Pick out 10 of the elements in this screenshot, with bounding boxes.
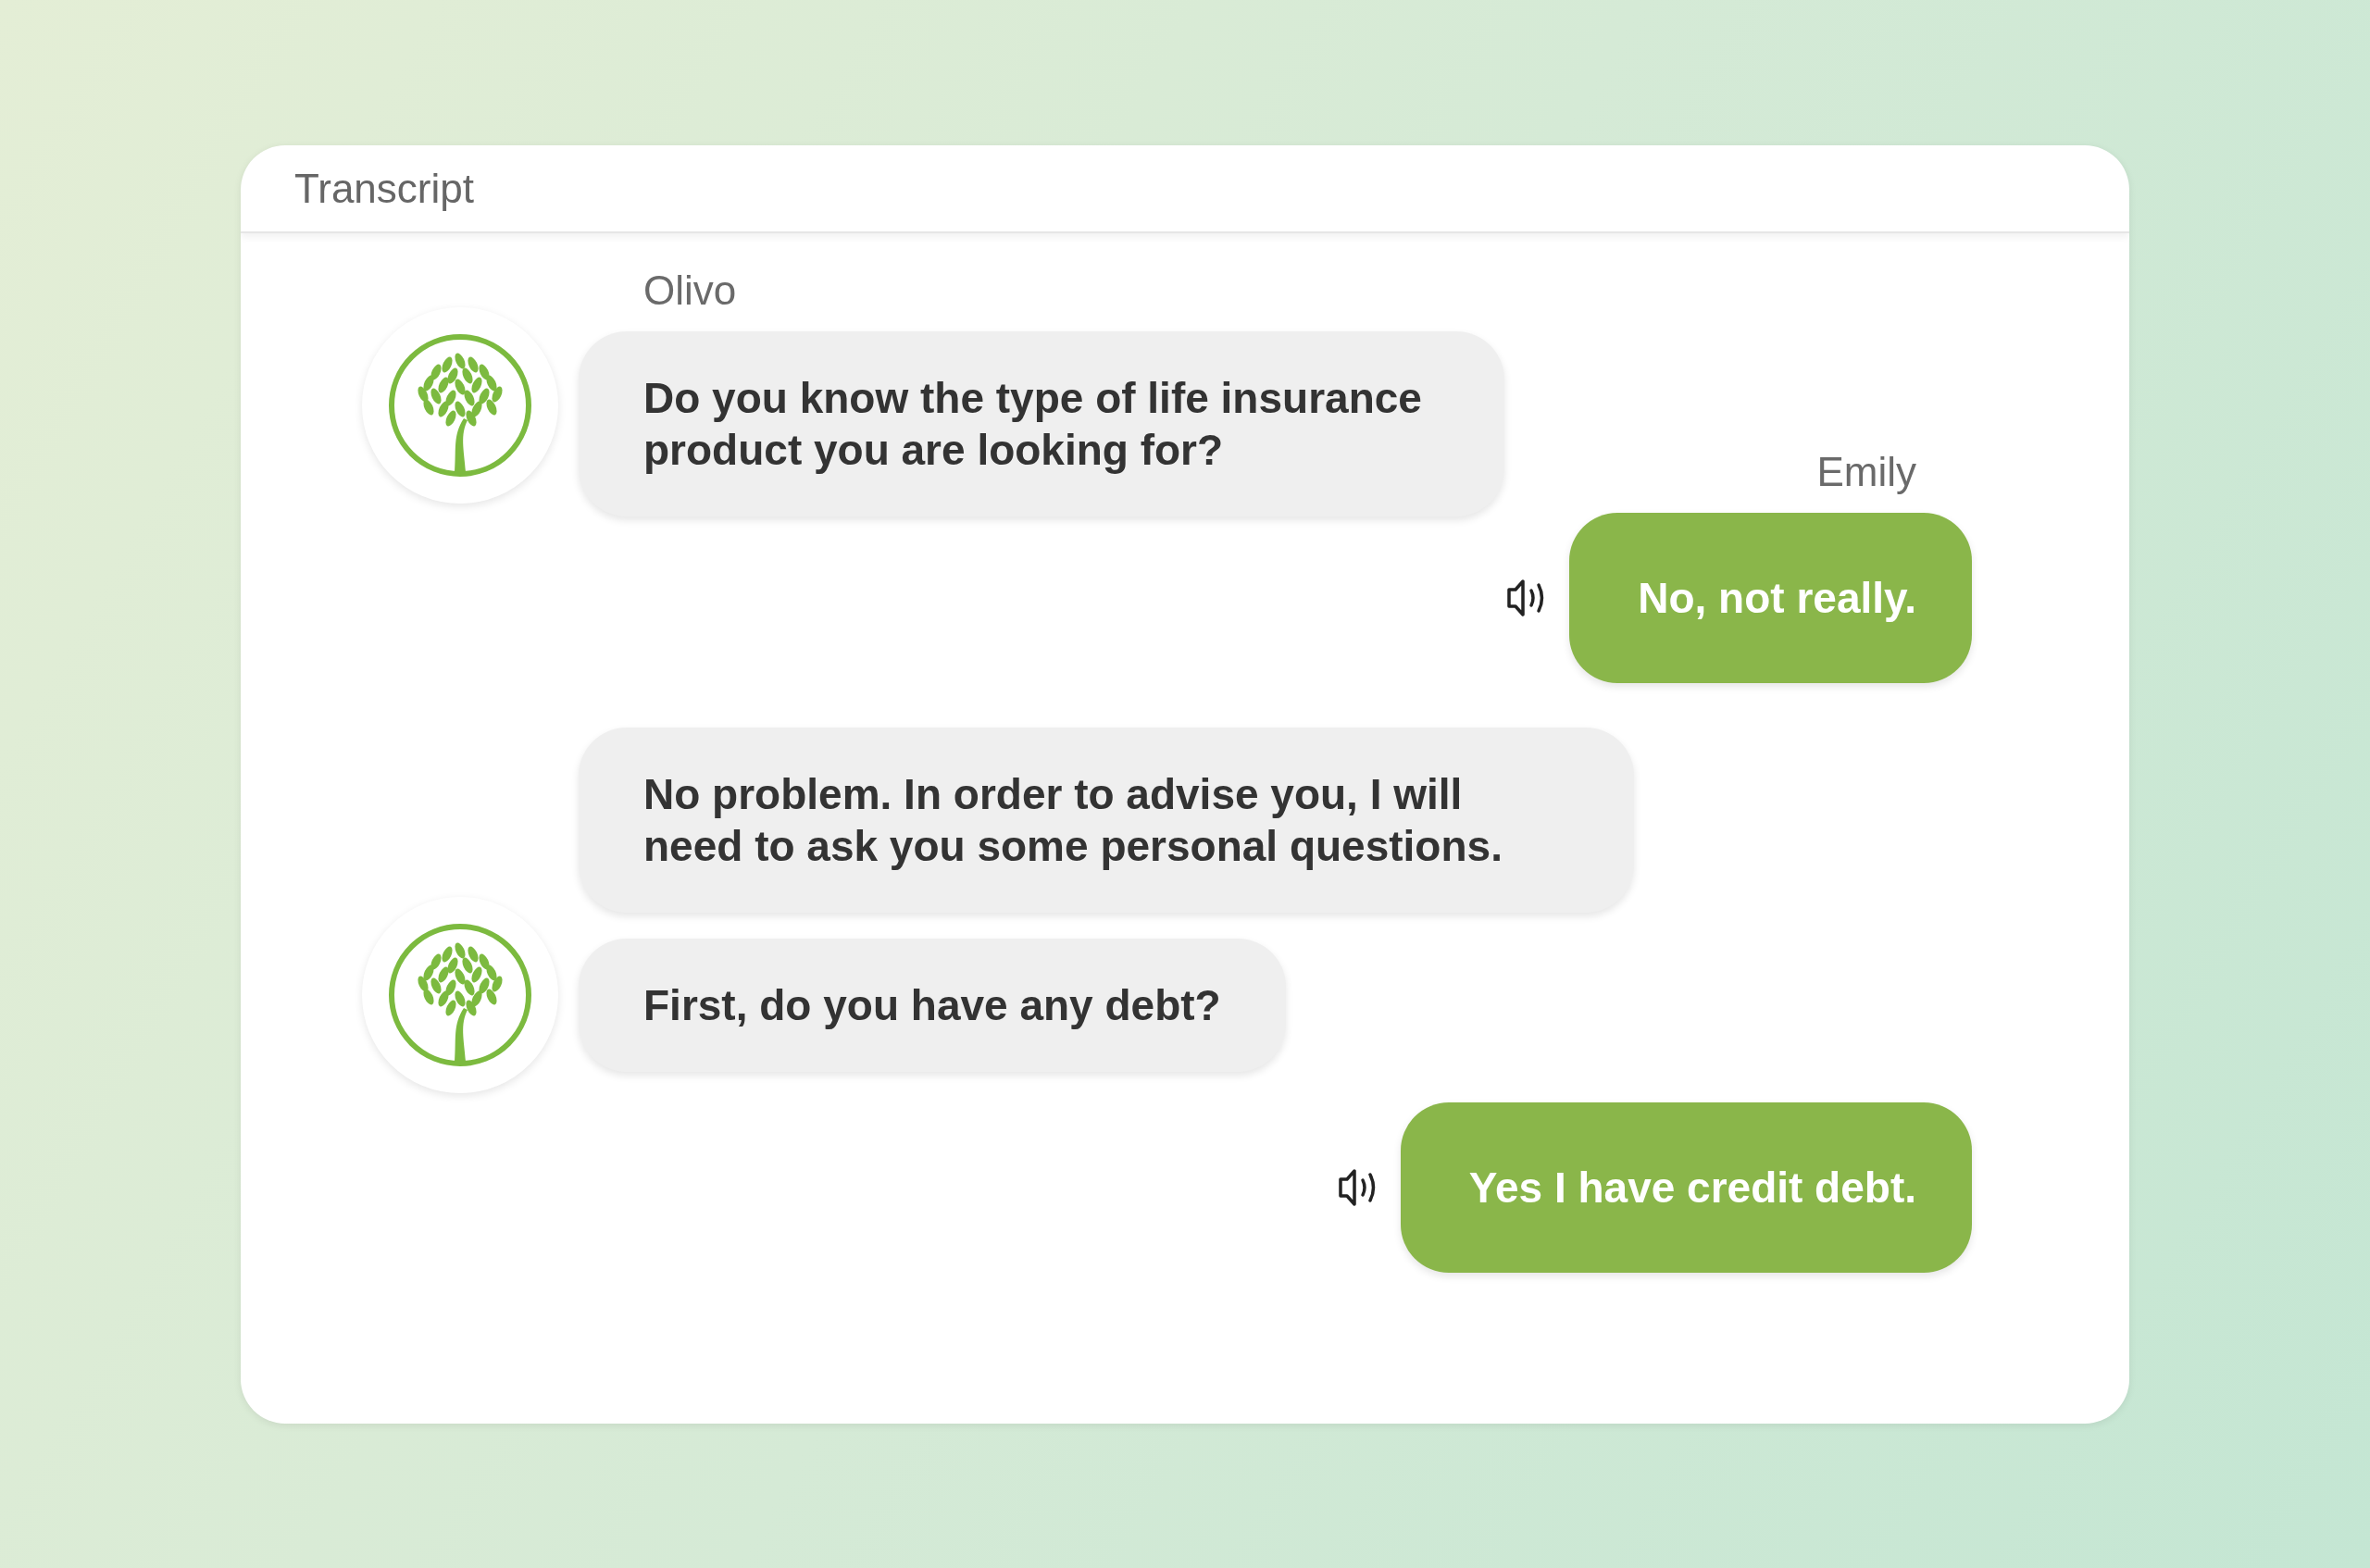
sender-name: Olivo: [642, 270, 738, 311]
bot-message-bubble: No problem. In order to advise you, I will need to ask you some personal questions.: [579, 728, 1634, 913]
tree-logo-icon: [388, 333, 532, 478]
tree-logo-icon: [388, 923, 532, 1067]
panel-title: Transcript: [294, 164, 474, 213]
bot-message-bubble: Do you know the type of life insurance product you are looking for?: [579, 331, 1504, 516]
sender-name: Emily: [1816, 452, 1916, 492]
user-message-bubble: No, not really.: [1569, 513, 1972, 683]
bot-message-bubble: First, do you have any debt?: [579, 939, 1286, 1072]
user-message-bubble: Yes I have credit debt.: [1400, 1102, 1972, 1273]
